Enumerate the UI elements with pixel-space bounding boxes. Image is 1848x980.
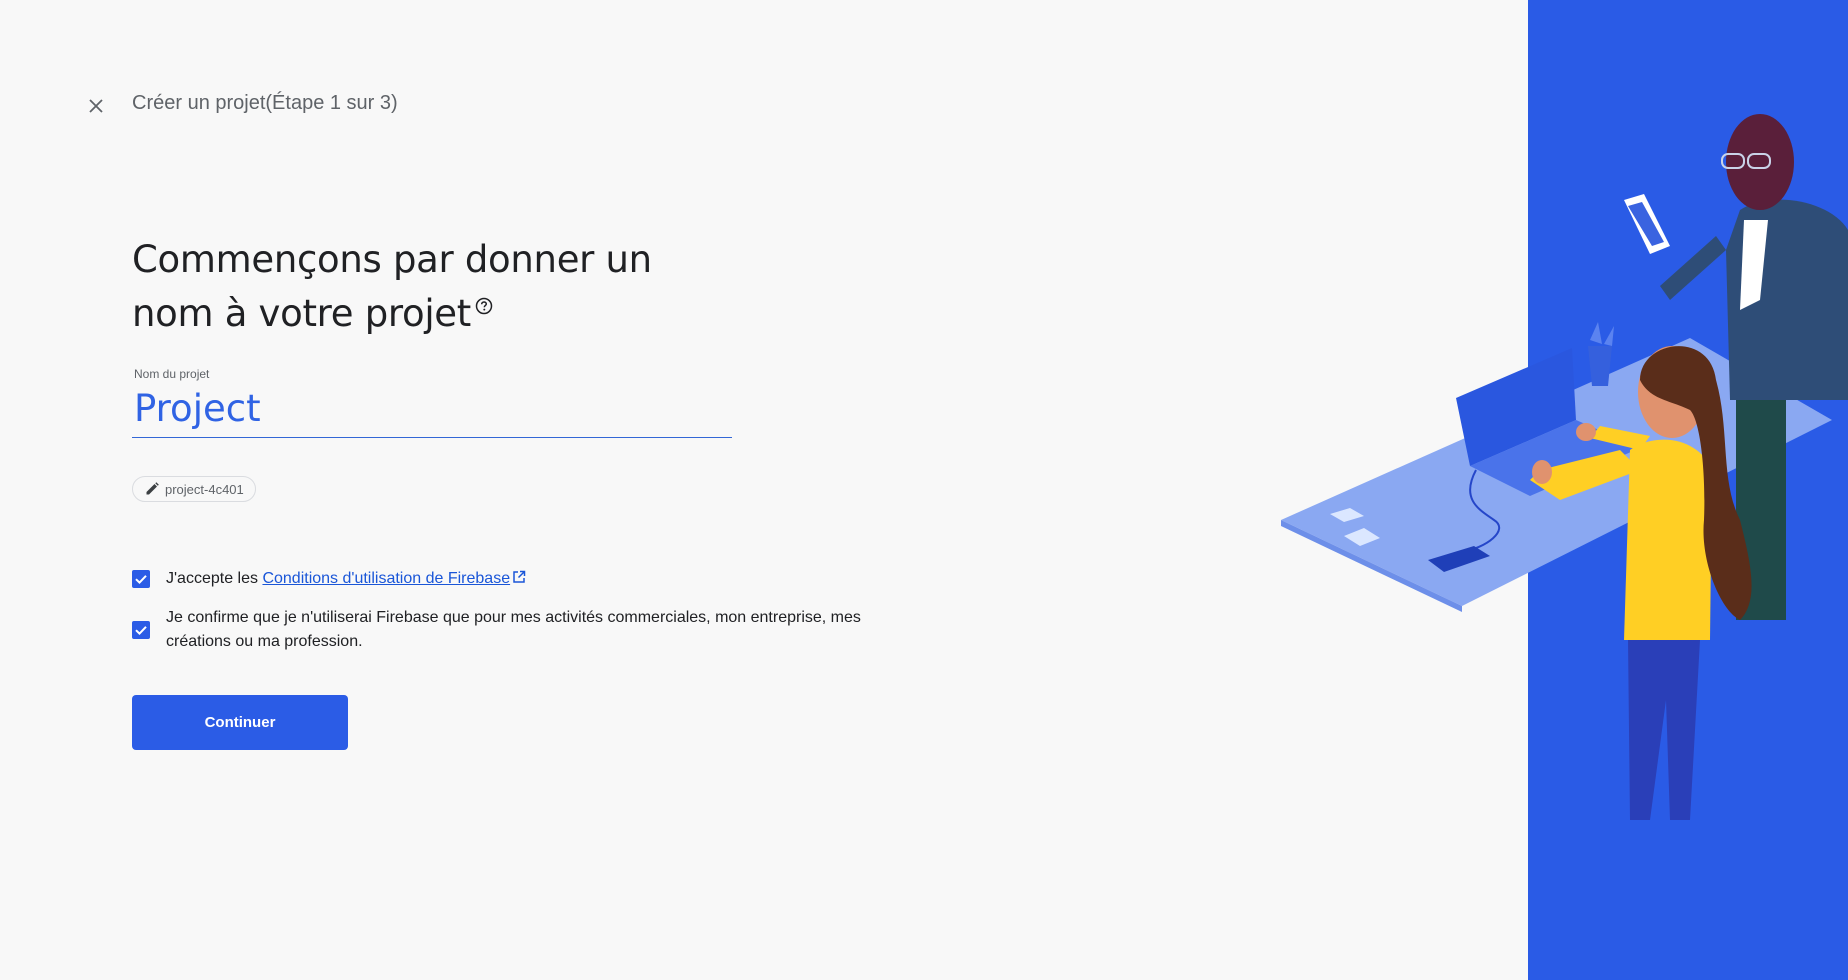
man-head xyxy=(1726,114,1794,210)
terms-consent-row: J'accepte les Conditions d'utilisation d… xyxy=(132,567,526,591)
project-name-field: Nom du projet xyxy=(132,366,732,438)
business-use-text: Je confirme que je n'utiliserai Firebase… xyxy=(166,609,861,650)
project-name-label: Nom du projet xyxy=(134,367,210,381)
headline-line-2-text: nom à votre projet xyxy=(132,292,471,335)
woman-legs xyxy=(1628,640,1700,820)
continue-button[interactable]: Continuer xyxy=(132,695,348,750)
project-id-chip[interactable]: project-4c401 xyxy=(132,476,256,502)
business-use-checkbox[interactable] xyxy=(132,621,150,639)
help-circle-icon[interactable] xyxy=(475,297,493,315)
create-project-page: Créer un projet(Étape 1 sur 3) Commençon… xyxy=(0,0,1848,980)
checkmark-icon xyxy=(135,626,147,636)
project-name-input[interactable] xyxy=(132,382,732,438)
page-headline: Commençons par donner un nom à votre pro… xyxy=(132,233,652,341)
headline-line-2: nom à votre projet xyxy=(132,287,652,341)
step-title: Créer un projet(Étape 1 sur 3) xyxy=(132,92,398,114)
external-link-icon xyxy=(513,571,526,584)
project-id-text: project-4c401 xyxy=(165,481,244,497)
close-icon xyxy=(89,99,103,113)
headline-line-1: Commençons par donner un xyxy=(132,238,652,281)
terms-prefix: J'accepte les xyxy=(166,570,258,587)
close-button[interactable] xyxy=(80,90,112,122)
checkmark-icon xyxy=(135,575,147,585)
team-illustration xyxy=(1281,114,1848,820)
pencil-icon xyxy=(146,482,159,495)
business-consent-row: Je confirme que je n'utiliserai Firebase… xyxy=(132,606,866,654)
terms-checkbox[interactable] xyxy=(132,570,150,588)
terms-link[interactable]: Conditions d'utilisation de Firebase xyxy=(262,570,510,587)
terms-text: J'accepte les Conditions d'utilisation d… xyxy=(166,567,526,591)
